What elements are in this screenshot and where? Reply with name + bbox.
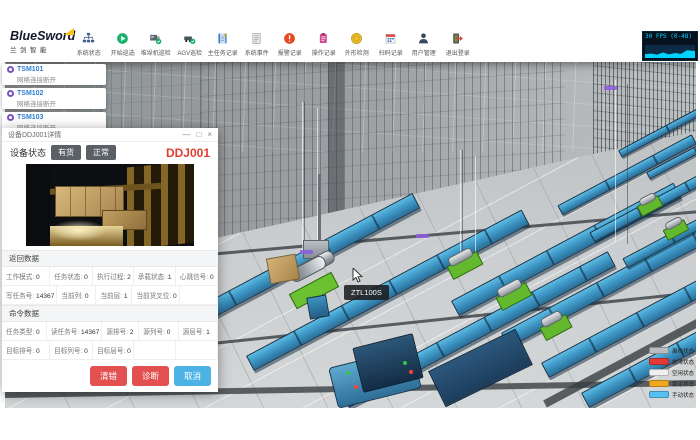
legend-item: 手动状态 (649, 389, 694, 400)
operation-icon (317, 32, 330, 45)
agv-indicator-red (354, 385, 358, 389)
notification-toast[interactable]: TSM102 网络连接断开 (2, 88, 106, 109)
notification-message: 网络连接断开 (17, 98, 101, 108)
alert-icon (7, 90, 14, 97)
legend-item: 锁定状态 (649, 378, 694, 389)
camera-light (50, 220, 107, 241)
shuttle-unit[interactable] (306, 294, 330, 319)
support-pole (302, 102, 303, 254)
fps-graph (645, 45, 695, 58)
toolbar-item-operation-records[interactable]: 操作记录 (307, 32, 341, 57)
cancel-button[interactable]: 取消 (174, 366, 211, 386)
device-status-row: 设备状态 有货 正常 DDJ001 (2, 142, 218, 163)
camera-rack (127, 164, 194, 246)
device-id: DDJ001 (166, 146, 210, 160)
support-pole (460, 150, 461, 262)
toolbar-items: 系统状态 开始巡选 堆垛机巡检 AGV巡检 主任务记录 系统事件 (72, 32, 474, 57)
support-pole (304, 102, 305, 254)
toolbar-item-task-records[interactable]: 主任务记录 (206, 32, 240, 57)
support-pole (475, 156, 476, 264)
feedback-row-2: 写任务号14367 当前列0 当前层1 当前货叉位0 (2, 286, 218, 305)
play-icon (116, 32, 129, 45)
legend-item: 离线状态 (649, 345, 694, 356)
event-doc-icon (250, 32, 263, 45)
toolbar-item-logout[interactable]: 退出登录 (441, 32, 475, 57)
close-icon[interactable]: × (207, 131, 212, 139)
toolbar-item-alarm-records[interactable]: 报警记录 (273, 32, 307, 57)
equipment-tag (416, 234, 429, 238)
notification-message: 网络连接断开 (17, 74, 101, 84)
toolbar-item-system-status[interactable]: 系统状态 (72, 32, 106, 57)
toolbar-item-stacker-patrol[interactable]: 堆垛机巡检 (139, 32, 173, 57)
toolbar-item-start-tour[interactable]: 开始巡选 (106, 32, 140, 57)
equipment-tag (300, 250, 313, 254)
org-chart-icon (82, 32, 95, 45)
panel-title: 设备DDJ001详情 (8, 130, 182, 140)
toolbar: BlueSword 兰剑智能 系统状态 开始巡选 堆垛机巡检 AGV巡检 (0, 28, 700, 62)
agv-indicator-green (346, 371, 350, 375)
agv-indicator-red (409, 370, 413, 374)
support-pole (627, 84, 628, 244)
cargo-box (266, 254, 300, 285)
brand-name-cn: 兰剑智能 (10, 44, 72, 54)
status-legend: 离线状态 故障状态 空闲状态 锁定状态 手动状态 (649, 345, 694, 400)
fps-monitor[interactable]: 30 FPS (0-48) (642, 31, 698, 61)
alert-icon (7, 114, 14, 121)
coin-icon (350, 32, 363, 45)
legend-swatch (649, 369, 669, 376)
device-detail-panel: 设备DDJ001详情 — □ × 设备状态 有货 正常 DDJ001 返回数据 … (2, 128, 218, 392)
legend-swatch (649, 391, 669, 398)
conveyor-tooltip: ZTL100S (344, 285, 389, 300)
device-id: TSM101 (17, 66, 43, 73)
alarm-icon (283, 32, 296, 45)
toolbar-item-system-events[interactable]: 系统事件 (240, 32, 274, 57)
camera-shadow (26, 164, 50, 246)
user-icon (417, 32, 430, 45)
notification-toast[interactable]: TSM101 网络连接断开 (2, 64, 106, 85)
device-id: TSM103 (17, 114, 43, 121)
calendar-icon (384, 32, 397, 45)
status-badge-health: 正常 (86, 145, 116, 160)
feedback-row-1: 工作模式0 任务状态0 执行过程2 承载状态1 心跳信号0 (2, 267, 218, 286)
clear-error-button[interactable]: 清错 (90, 366, 127, 386)
panel-header: 设备DDJ001详情 — □ × (2, 128, 218, 142)
device-camera-image (26, 164, 194, 246)
command-row-2: 目标排号0 目标列号0 目标层号0 (2, 341, 218, 360)
toolbar-item-user-management[interactable]: 用户管理 (407, 32, 441, 57)
section-title-command: 命令数据 (2, 305, 218, 322)
section-title-feedback: 返回数据 (2, 250, 218, 267)
status-label: 设备状态 (10, 146, 46, 159)
toolbar-item-shape-detect[interactable]: 外形检测 (340, 32, 374, 57)
command-row-1: 任务类型0 读任务号14367 源排号2 源列号0 源层号1 (2, 322, 218, 341)
fps-text: 30 FPS (0-48) (643, 32, 697, 41)
legend-item: 故障状态 (649, 356, 694, 367)
diagnose-button[interactable]: 诊断 (132, 366, 169, 386)
warehouse-monitor-app: BlueSword 兰剑智能 系统状态 开始巡选 堆垛机巡检 AGV巡检 (0, 0, 700, 440)
legend-swatch (649, 358, 669, 365)
mouse-cursor (352, 268, 363, 284)
brand-logo: BlueSword 兰剑智能 (10, 29, 72, 54)
support-pole (462, 150, 463, 262)
brand-name: BlueSword (10, 29, 72, 43)
status-badge-load: 有货 (51, 145, 81, 160)
device-id: TSM102 (17, 90, 43, 97)
legend-swatch (649, 347, 669, 354)
minimize-icon[interactable]: — (182, 131, 190, 139)
maximize-icon[interactable]: □ (196, 131, 201, 139)
legend-item: 空闲状态 (649, 367, 694, 378)
task-book-icon (216, 32, 229, 45)
toolbar-item-scan-records[interactable]: 扫码记录 (374, 32, 408, 57)
logout-icon (451, 32, 464, 45)
equipment-tag (604, 86, 617, 90)
stacker-icon (149, 32, 162, 45)
panel-actions: 清错 诊断 取消 (2, 360, 218, 392)
alert-icon (7, 66, 14, 73)
agv-icon (183, 32, 196, 45)
toolbar-item-agv-patrol[interactable]: AGV巡检 (173, 32, 207, 57)
agv-indicator-green (403, 361, 407, 365)
support-pole (615, 80, 616, 242)
legend-swatch (649, 380, 669, 387)
